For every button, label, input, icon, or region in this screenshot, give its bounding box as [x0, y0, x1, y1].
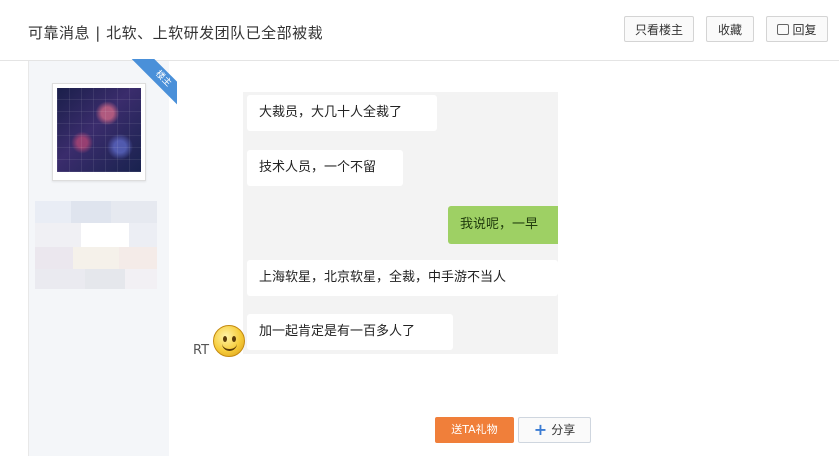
author-sidebar: 楼主: [28, 59, 177, 456]
blurred-user-info: [35, 201, 159, 311]
chat-message: 大裁员，大几十人全裁了: [247, 95, 437, 131]
thread-header: 可靠消息 | 北软、上软研发团队已全部被裁 只看楼主 收藏 回复: [0, 0, 839, 61]
only-op-button[interactable]: 只看楼主: [624, 16, 694, 42]
reply-label: 回复: [792, 23, 817, 37]
reply-button[interactable]: 回复: [766, 16, 828, 42]
share-button[interactable]: + 分享: [518, 417, 591, 443]
rt-label: RT: [193, 343, 210, 358]
smile-emoji-icon: [213, 325, 245, 357]
chat-screenshot: 大裁员，大几十人全裁了 技术人员，一个不留 我说呢，一早 上海软星，北京软星，全…: [243, 92, 558, 354]
favorite-button[interactable]: 收藏: [706, 16, 754, 42]
send-gift-button[interactable]: 送TA礼物: [435, 417, 514, 443]
thread-title: 可靠消息 | 北软、上软研发团队已全部被裁: [28, 24, 324, 42]
chat-message: 技术人员，一个不留: [247, 150, 403, 186]
chat-message: 加一起肯定是有一百多人了: [247, 314, 453, 350]
only-op-label: 只看楼主: [634, 23, 683, 37]
chat-message: 上海软星，北京软星，全裁，中手游不当人: [247, 260, 558, 296]
op-badge: 楼主: [129, 59, 177, 107]
comment-icon: [777, 24, 790, 35]
favorite-label: 收藏: [717, 23, 742, 37]
plus-icon: +: [533, 420, 548, 439]
chat-message-self: 我说呢，一早: [448, 206, 558, 244]
op-badge-label: 楼主: [129, 59, 177, 107]
share-label: 分享: [551, 423, 576, 437]
